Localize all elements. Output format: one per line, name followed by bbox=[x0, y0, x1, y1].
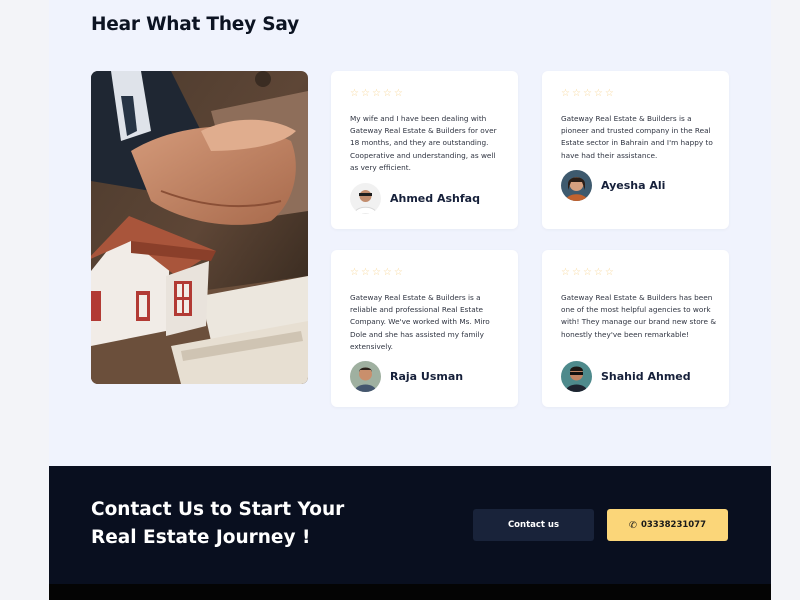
star-icon: ☆ bbox=[561, 267, 570, 278]
star-icon: ☆ bbox=[582, 88, 592, 99]
avatar bbox=[350, 183, 381, 214]
star-icon: ☆ bbox=[371, 267, 381, 278]
star-icon: ☆ bbox=[393, 88, 403, 99]
star-icon: ☆ bbox=[371, 88, 381, 99]
star-icon: ☆ bbox=[571, 267, 581, 278]
rating-stars: ☆ ☆ ☆ ☆ ☆ bbox=[350, 268, 403, 278]
avatar bbox=[561, 170, 592, 201]
star-icon: ☆ bbox=[350, 267, 359, 278]
footer-strip bbox=[49, 584, 771, 600]
star-icon: ☆ bbox=[571, 88, 581, 99]
star-icon: ☆ bbox=[561, 88, 570, 99]
testimonial-card: ☆ ☆ ☆ ☆ ☆ Gateway Real Estate & Builders… bbox=[331, 250, 518, 407]
avatar bbox=[561, 361, 592, 392]
author-name: Shahid Ahmed bbox=[601, 370, 691, 383]
star-icon: ☆ bbox=[382, 267, 392, 278]
star-icon: ☆ bbox=[604, 267, 614, 278]
star-icon: ☆ bbox=[593, 267, 603, 278]
testimonial-quote: My wife and I have been dealing with Gat… bbox=[350, 114, 497, 172]
avatar bbox=[350, 361, 381, 392]
rating-stars: ☆ ☆ ☆ ☆ ☆ bbox=[561, 89, 614, 99]
star-icon: ☆ bbox=[604, 88, 614, 99]
star-icon: ☆ bbox=[582, 267, 592, 278]
author-name: Ahmed Ashfaq bbox=[390, 192, 480, 205]
rating-stars: ☆ ☆ ☆ ☆ ☆ bbox=[350, 89, 403, 99]
star-icon: ☆ bbox=[350, 88, 359, 99]
section-title: Hear What They Say bbox=[91, 14, 299, 35]
testimonial-card: ☆ ☆ ☆ ☆ ☆ My wife and I have been dealin… bbox=[331, 71, 518, 229]
testimonial-author: Shahid Ahmed bbox=[561, 361, 691, 392]
phone-icon: ✆ bbox=[628, 519, 637, 531]
contact-us-button[interactable]: Contact us bbox=[473, 509, 594, 541]
phone-number: 03338231077 bbox=[640, 520, 707, 530]
testimonial-author: Ayesha Ali bbox=[561, 170, 665, 201]
handshake-house-photo bbox=[91, 71, 308, 384]
star-icon: ☆ bbox=[360, 267, 370, 278]
testimonial-quote: Gateway Real Estate & Builders is a reli… bbox=[350, 293, 490, 351]
cta-title: Contact Us to Start Your Real Estate Jou… bbox=[91, 499, 345, 548]
testimonial-card: ☆ ☆ ☆ ☆ ☆ Gateway Real Estate & Builders… bbox=[542, 250, 729, 407]
star-icon: ☆ bbox=[593, 88, 603, 99]
testimonial-author: Raja Usman bbox=[350, 361, 463, 392]
testimonial-quote: Gateway Real Estate & Builders is a pion… bbox=[561, 114, 713, 160]
testimonial-card: ☆ ☆ ☆ ☆ ☆ Gateway Real Estate & Builders… bbox=[542, 71, 729, 229]
phone-button[interactable]: ✆ 03338231077 bbox=[607, 509, 728, 541]
contact-cta-banner: Contact Us to Start Your Real Estate Jou… bbox=[49, 466, 771, 584]
testimonial-author: Ahmed Ashfaq bbox=[350, 183, 480, 214]
star-icon: ☆ bbox=[393, 267, 403, 278]
author-name: Ayesha Ali bbox=[601, 179, 666, 192]
star-icon: ☆ bbox=[360, 88, 370, 99]
author-name: Raja Usman bbox=[390, 370, 464, 383]
testimonial-quote: Gateway Real Estate & Builders has been … bbox=[561, 293, 717, 339]
star-icon: ☆ bbox=[382, 88, 392, 99]
rating-stars: ☆ ☆ ☆ ☆ ☆ bbox=[561, 268, 614, 278]
